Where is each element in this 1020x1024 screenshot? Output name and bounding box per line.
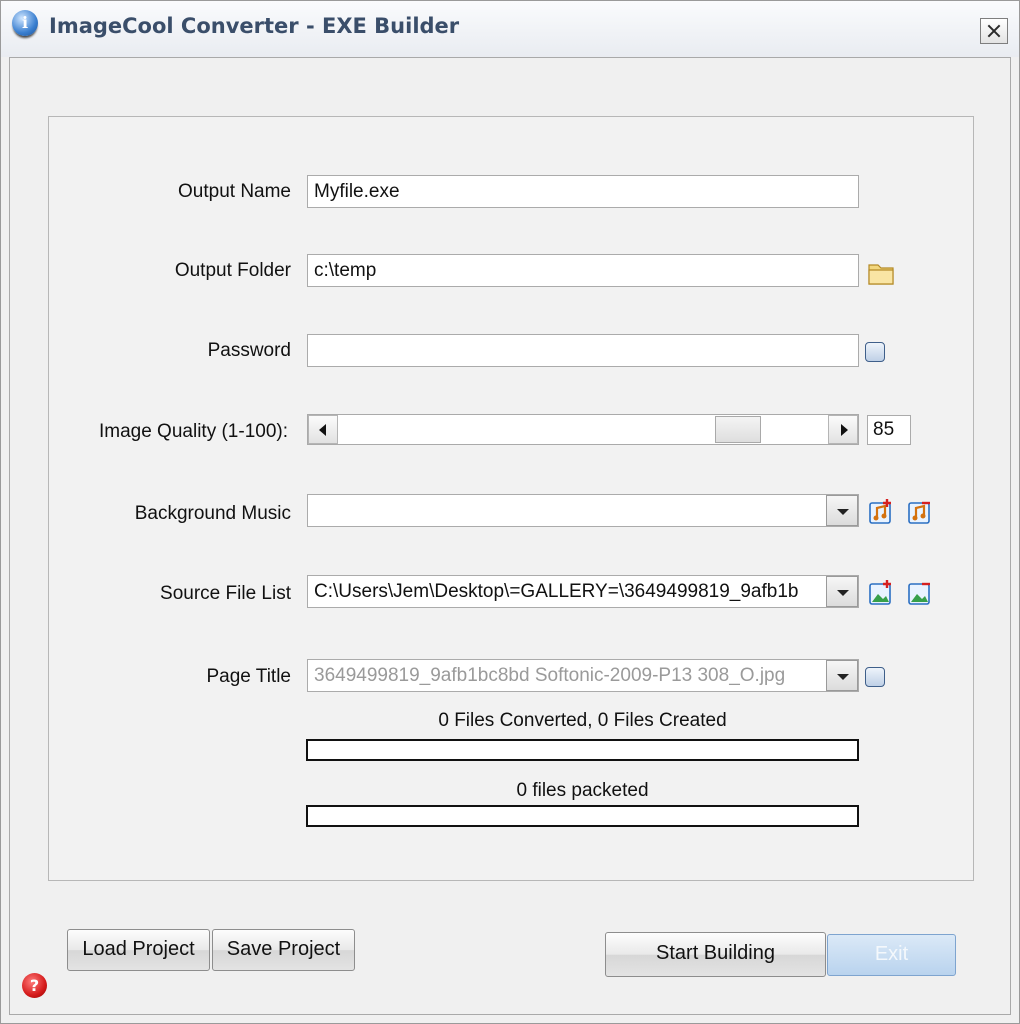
- info-icon: i: [12, 10, 38, 36]
- page-title-label: Page Title: [206, 666, 292, 687]
- output-folder-label: Output Folder: [174, 260, 291, 281]
- packet-progress-bar: [306, 805, 859, 827]
- folder-icon[interactable]: [867, 259, 895, 287]
- source-file-list-combo[interactable]: C:\Users\Jem\Desktop\=GALLERY=\364949981…: [307, 575, 859, 608]
- image-quality-slider[interactable]: [307, 414, 859, 445]
- background-music-dropdown-button[interactable]: [826, 495, 858, 526]
- load-project-button[interactable]: Load Project: [67, 929, 210, 971]
- exe-builder-window: i ImageCool Converter - EXE Builder Outp…: [0, 0, 1020, 1024]
- help-icon[interactable]: ?: [22, 973, 47, 998]
- window-title: ImageCool Converter - EXE Builder: [49, 14, 460, 38]
- music-remove-icon[interactable]: [906, 497, 934, 525]
- slider-thumb[interactable]: [714, 416, 761, 443]
- page-title-checkbox[interactable]: [865, 667, 885, 687]
- password-label: Password: [207, 340, 291, 361]
- packet-status-text: 0 files packeted: [516, 780, 649, 801]
- page-title-dropdown-button[interactable]: [826, 660, 858, 691]
- source-file-list-label: Source File List: [160, 583, 291, 604]
- title-bar: i ImageCool Converter - EXE Builder: [1, 1, 1019, 57]
- conversion-progress-bar: [306, 739, 859, 761]
- slider-left-arrow-icon[interactable]: [308, 415, 338, 444]
- image-quality-label: Image Quality (1-100):: [98, 421, 288, 442]
- output-name-label: Output Name: [178, 181, 291, 202]
- exit-button[interactable]: Exit: [827, 934, 956, 976]
- image-remove-icon[interactable]: [906, 578, 934, 606]
- source-file-list-dropdown-button[interactable]: [826, 576, 858, 607]
- save-project-button[interactable]: Save Project: [212, 929, 355, 971]
- music-add-icon[interactable]: [867, 497, 895, 525]
- conversion-status-text: 0 Files Converted, 0 Files Created: [438, 710, 727, 731]
- start-building-button[interactable]: Start Building: [605, 932, 826, 977]
- password-input[interactable]: [307, 334, 859, 367]
- page-title-combo[interactable]: 3649499819_9afb1bc8bd Softonic-2009-P13 …: [307, 659, 859, 692]
- close-button[interactable]: [980, 18, 1008, 44]
- image-add-icon[interactable]: [867, 578, 895, 606]
- background-music-combo[interactable]: [307, 494, 859, 527]
- image-quality-value[interactable]: 85: [867, 415, 911, 445]
- slider-right-arrow-icon[interactable]: [828, 415, 858, 444]
- output-folder-input[interactable]: c:\temp: [307, 254, 859, 287]
- output-name-input[interactable]: Myfile.exe: [307, 175, 859, 208]
- password-checkbox[interactable]: [865, 342, 885, 362]
- background-music-label: Background Music: [134, 503, 291, 524]
